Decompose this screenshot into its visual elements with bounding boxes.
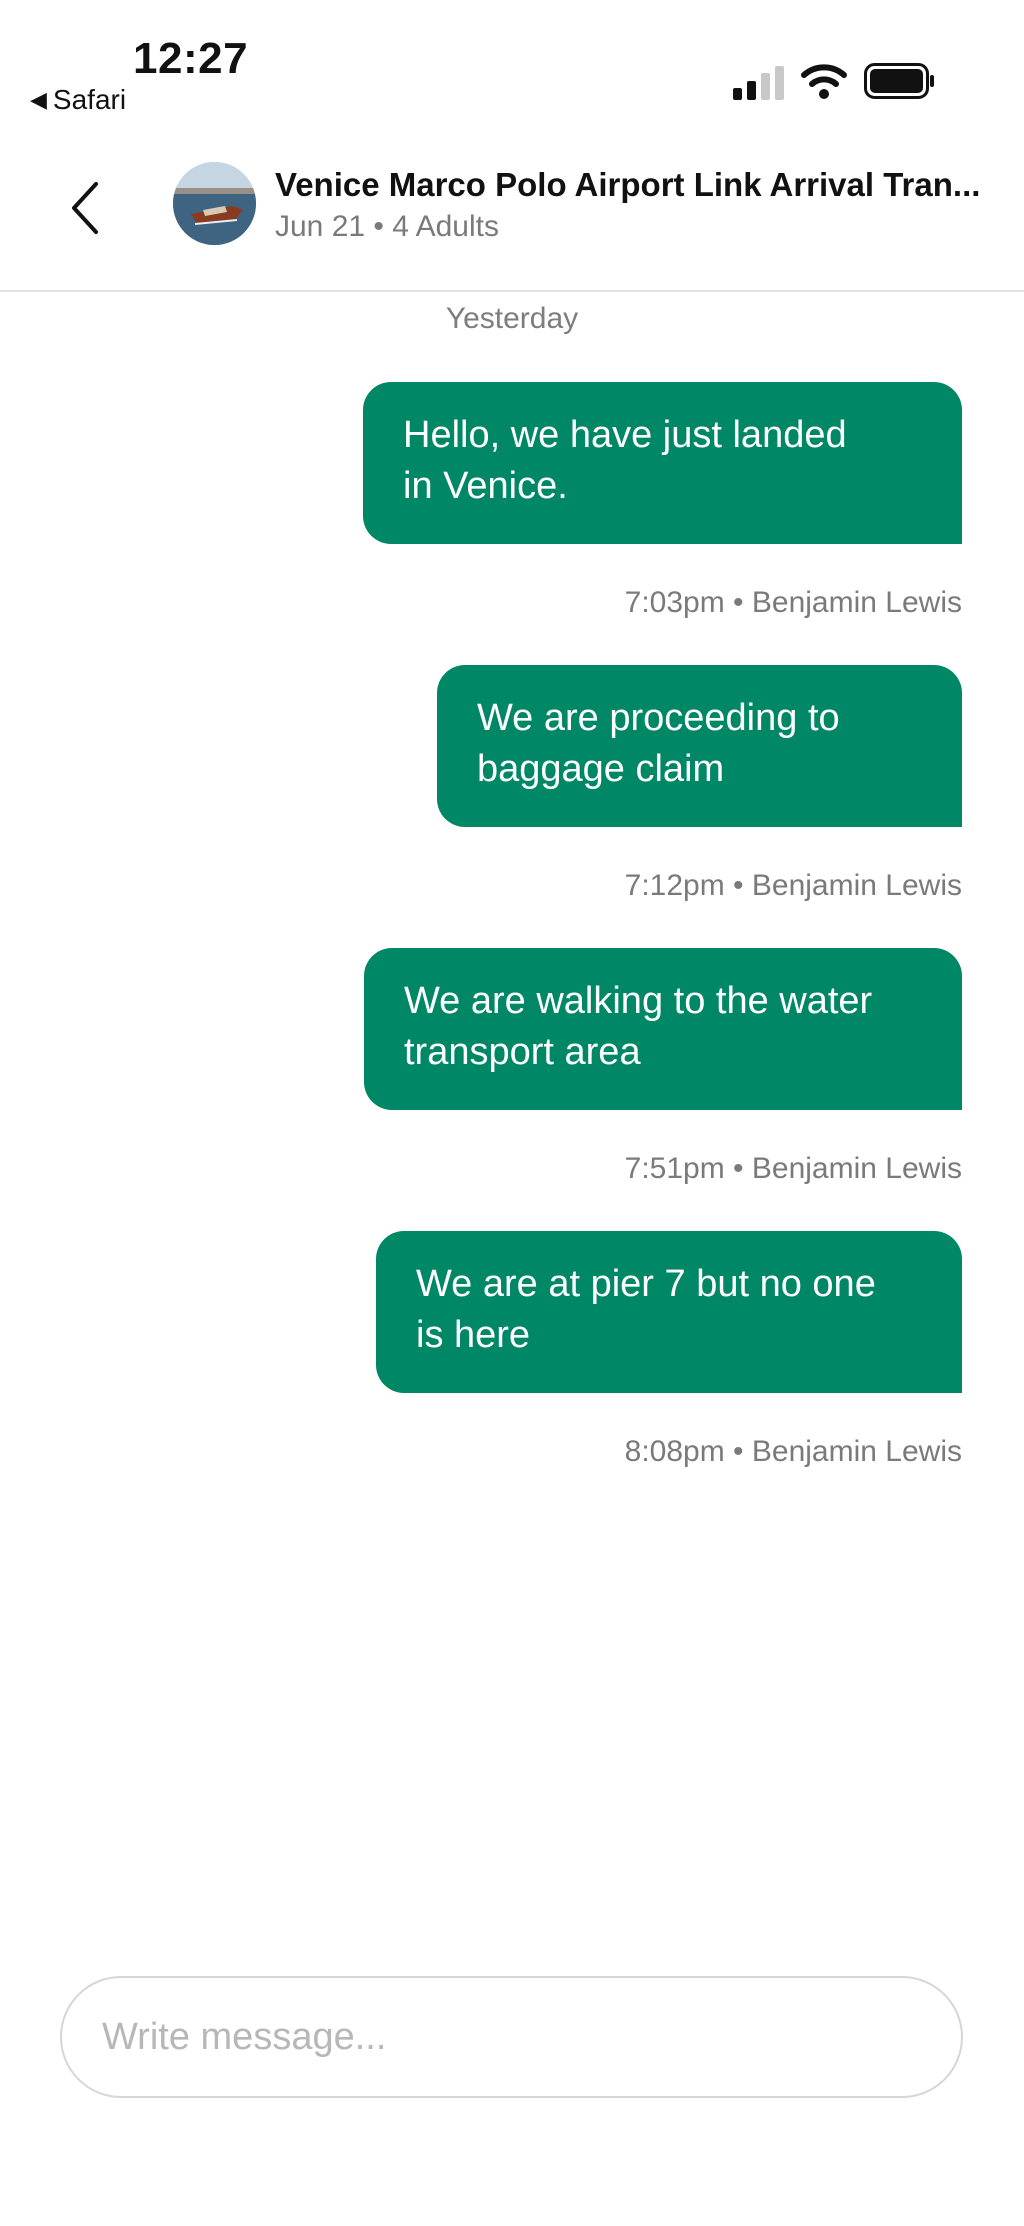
message-meta: 8:08pm • Benjamin Lewis bbox=[624, 1435, 962, 1468]
message-text: in Venice. bbox=[403, 465, 568, 507]
message-bubble: We are walking to the water transport ar… bbox=[364, 948, 962, 1110]
boat-image-icon bbox=[173, 162, 256, 245]
message-text: is here bbox=[416, 1314, 531, 1356]
cellular-signal-icon bbox=[733, 66, 784, 100]
tour-avatar bbox=[173, 162, 256, 245]
back-app-label: Safari bbox=[52, 84, 127, 115]
message-bubble: We are at pier 7 but no one is here bbox=[376, 1231, 962, 1393]
day-separator: Yesterday bbox=[445, 302, 579, 335]
message-bubble: We are proceeding to baggage claim bbox=[437, 665, 962, 827]
status-bar: 12:27 ◀ Safari bbox=[0, 0, 1024, 130]
status-time: 12:27 bbox=[133, 34, 249, 83]
message-text: We are proceeding to bbox=[477, 697, 840, 739]
message-text: We are walking to the water bbox=[404, 980, 873, 1022]
message-input[interactable] bbox=[62, 1978, 961, 2096]
wifi-icon bbox=[801, 64, 847, 99]
message-meta: 7:51pm • Benjamin Lewis bbox=[624, 1152, 962, 1185]
chat-subtitle: Jun 21 • 4 Adults bbox=[275, 210, 499, 243]
message-text: transport area bbox=[404, 1031, 641, 1073]
message-bubble: Hello, we have just landed in Venice. bbox=[363, 382, 962, 544]
chat-header: Venice Marco Polo Airport Link Arrival T… bbox=[0, 140, 1024, 292]
message-meta: 7:12pm • Benjamin Lewis bbox=[624, 869, 962, 902]
battery-icon bbox=[864, 63, 934, 99]
message-meta: 7:03pm • Benjamin Lewis bbox=[624, 586, 962, 619]
back-to-app-link[interactable]: ◀ Safari bbox=[30, 84, 126, 116]
message-text: Hello, we have just landed bbox=[403, 414, 847, 456]
message-text: baggage claim bbox=[477, 748, 725, 790]
message-composer bbox=[60, 1976, 963, 2098]
back-triangle-icon: ◀ bbox=[30, 87, 47, 112]
chat-title: Venice Marco Polo Airport Link Arrival T… bbox=[275, 166, 981, 203]
back-chevron-icon[interactable] bbox=[66, 178, 106, 238]
message-text: We are at pier 7 but no one bbox=[416, 1263, 876, 1305]
